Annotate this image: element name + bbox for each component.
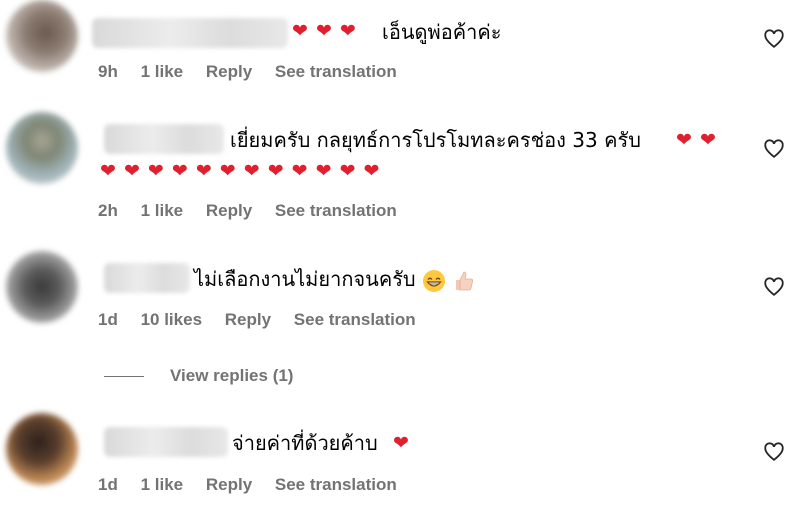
see-translation-button[interactable]: See translation bbox=[275, 475, 397, 494]
view-replies-button[interactable]: View replies (1) bbox=[104, 366, 293, 386]
view-replies-label: View replies (1) bbox=[170, 366, 294, 385]
see-translation-button[interactable]: See translation bbox=[294, 310, 416, 329]
heart-outline-icon[interactable] bbox=[763, 28, 785, 50]
divider bbox=[104, 376, 144, 378]
heart-outline-icon[interactable] bbox=[763, 138, 785, 160]
timestamp: 2h bbox=[98, 201, 118, 220]
reply-button[interactable]: Reply bbox=[225, 310, 271, 329]
thumbs-up-icon bbox=[456, 271, 474, 290]
comment-meta: 1d 10 likes Reply See translation bbox=[98, 310, 434, 330]
reply-button[interactable]: Reply bbox=[206, 62, 252, 81]
see-translation-button[interactable]: See translation bbox=[275, 62, 397, 81]
comment-meta: 9h 1 like Reply See translation bbox=[98, 62, 415, 82]
heart-emoji: ❤ ❤ bbox=[676, 129, 717, 151]
likes-count[interactable]: 1 like bbox=[141, 475, 184, 494]
timestamp: 1d bbox=[98, 310, 118, 329]
avatar[interactable] bbox=[6, 0, 78, 72]
comment-text-body: ไม่เลือกงานไม่ยากจนครับ bbox=[194, 267, 416, 291]
comment-text: ไม่เลือกงานไม่ยากจนครับ bbox=[194, 263, 476, 295]
comment-meta: 1d 1 like Reply See translation bbox=[98, 475, 415, 495]
comment-text: จ่ายค่าที่ด้วยค้าบ bbox=[232, 431, 378, 455]
likes-count[interactable]: 10 likes bbox=[141, 310, 202, 329]
username-blurred[interactable] bbox=[104, 263, 190, 293]
comment-meta: 2h 1 like Reply See translation bbox=[98, 201, 415, 221]
timestamp: 1d bbox=[98, 475, 118, 494]
timestamp: 9h bbox=[98, 62, 118, 81]
heart-outline-icon[interactable] bbox=[763, 441, 785, 463]
username-blurred[interactable] bbox=[104, 427, 228, 457]
reply-button[interactable]: Reply bbox=[206, 475, 252, 494]
likes-count[interactable]: 1 like bbox=[141, 201, 184, 220]
comment-item: จ่ายค่าที่ด้วยค้าบ ❤ 1d 1 like Reply See… bbox=[0, 405, 800, 513]
comment-item: เยี่ยมครับ กลยุทธ์การโปรโมทละครช่อง 33 ค… bbox=[0, 100, 800, 235]
username-blurred[interactable] bbox=[104, 124, 224, 154]
see-translation-button[interactable]: See translation bbox=[275, 201, 397, 220]
comment-text: เอ็นดูพ่อค้าค่ะ bbox=[382, 20, 502, 44]
avatar[interactable] bbox=[6, 251, 78, 323]
avatar[interactable] bbox=[6, 112, 78, 184]
heart-outline-icon[interactable] bbox=[763, 276, 785, 298]
heart-emoji: ❤ bbox=[393, 432, 410, 454]
username-blurred[interactable] bbox=[92, 18, 288, 48]
reply-button[interactable]: Reply bbox=[206, 201, 252, 220]
heart-emoji-line: ❤ ❤ ❤ ❤ ❤ ❤ ❤ ❤ ❤ ❤ ❤ ❤ bbox=[100, 160, 381, 182]
grinning-face-icon bbox=[423, 269, 445, 292]
comment-item: ❤ ❤ ❤ เอ็นดูพ่อค้าค่ะ 9h 1 like Reply Se… bbox=[0, 0, 800, 100]
likes-count[interactable]: 1 like bbox=[141, 62, 184, 81]
avatar[interactable] bbox=[6, 413, 78, 485]
heart-emoji: ❤ ❤ ❤ bbox=[292, 20, 357, 42]
comment-text: เยี่ยมครับ กลยุทธ์การโปรโมทละครช่อง 33 ค… bbox=[230, 128, 641, 152]
